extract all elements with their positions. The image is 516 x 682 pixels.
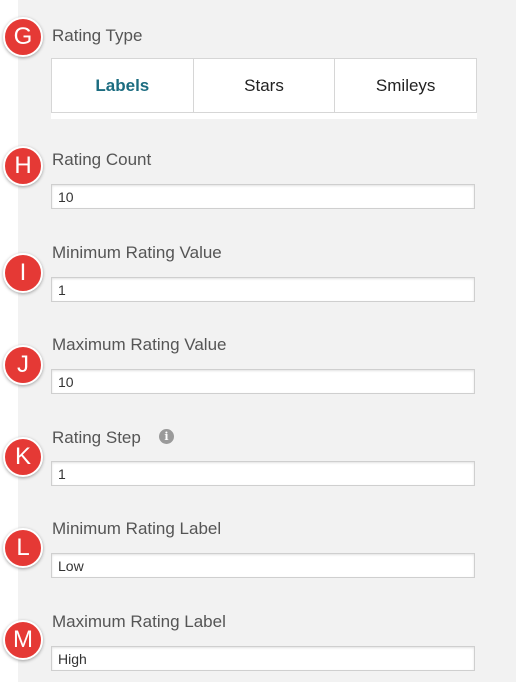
min-rating-label-label: Minimum Rating Label	[52, 519, 222, 538]
selector-divider	[51, 113, 477, 119]
min-rating-value-input[interactable]	[51, 277, 475, 302]
rating-count-input[interactable]	[51, 184, 475, 209]
rating-type-option-labels[interactable]: Labels	[52, 59, 193, 112]
min-rating-value-label: Minimum Rating Value	[52, 243, 222, 262]
max-rating-value-label: Maximum Rating Value	[52, 335, 227, 354]
rating-type-option-smileys[interactable]: Smileys	[334, 59, 476, 112]
callout-badge-i: I	[3, 253, 43, 293]
callout-badge-k: K	[3, 437, 43, 477]
callout-badge-g: G	[3, 17, 43, 57]
rating-step-label: Rating Step	[52, 428, 141, 447]
rating-type-option-stars[interactable]: Stars	[192, 59, 335, 112]
callout-badge-h: H	[3, 146, 43, 186]
callout-badge-m: M	[3, 620, 43, 660]
max-rating-label-label: Maximum Rating Label	[52, 612, 226, 631]
rating-type-label: Rating Type	[52, 26, 143, 45]
rating-type-selector: Labels Stars Smileys	[51, 58, 477, 113]
max-rating-label-input[interactable]	[51, 646, 475, 671]
min-rating-label-input[interactable]	[51, 553, 475, 578]
info-icon[interactable]: i	[159, 429, 174, 444]
callout-badge-l: L	[3, 528, 43, 568]
callout-badge-j: J	[3, 345, 43, 385]
rating-count-label: Rating Count	[52, 150, 152, 169]
rating-step-input[interactable]	[51, 461, 475, 486]
max-rating-value-input[interactable]	[51, 369, 475, 394]
